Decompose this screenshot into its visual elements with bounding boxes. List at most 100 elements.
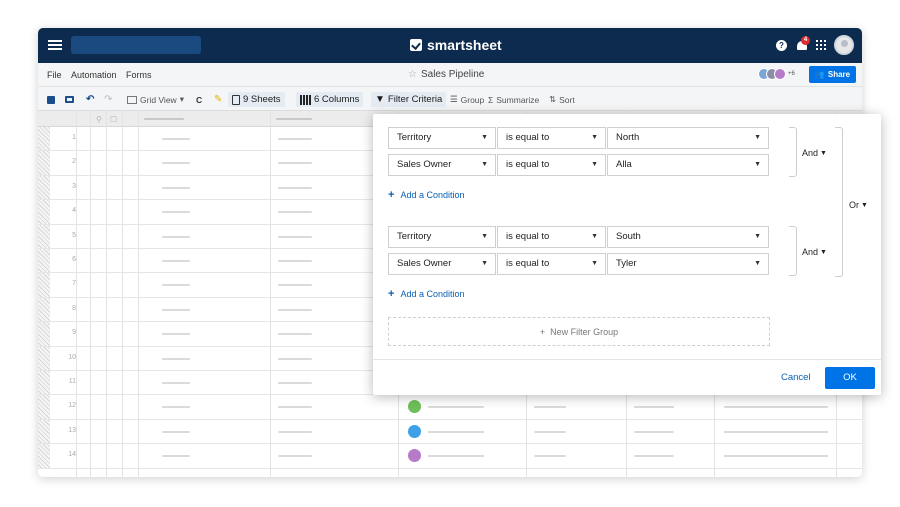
summarize-button[interactable]: Σ Summarize (488, 92, 539, 107)
operator-dropdown[interactable]: is equal to ▼ (497, 127, 606, 149)
field-dropdown[interactable]: Sales Owner ▼ (388, 154, 496, 176)
field-dropdown[interactable]: Territory ▼ (388, 226, 496, 248)
operator-dropdown[interactable]: is equal to ▼ (497, 253, 606, 275)
plus-icon: + (388, 288, 395, 300)
value-dropdown-value: Tyler (616, 258, 637, 269)
field-dropdown[interactable]: Territory ▼ (388, 127, 496, 149)
caret-down-icon: ▼ (820, 149, 827, 157)
row-drag-handle[interactable] (38, 273, 50, 297)
hamburger-menu-icon[interactable] (48, 38, 62, 52)
caret-down-icon: ▼ (481, 134, 488, 141)
value-dropdown[interactable]: North ▼ (607, 127, 769, 149)
row-drag-handle[interactable] (38, 151, 50, 175)
undo-button[interactable]: ↶ (86, 92, 94, 107)
top-navigation-bar: smartsheet ? 4 (38, 28, 862, 63)
row-drag-handle[interactable] (38, 224, 50, 248)
dialog-divider (373, 359, 881, 360)
sigma-icon: Σ (488, 94, 494, 105)
print-button[interactable] (65, 92, 74, 107)
or-label: Or (849, 200, 859, 210)
chevron-down-icon: ▾ (179, 94, 184, 104)
share-label: Share (827, 70, 851, 79)
row-drag-handle[interactable] (38, 249, 50, 273)
caret-down-icon: ▼ (591, 233, 598, 240)
caret-down-icon: ▼ (481, 161, 488, 168)
value-dropdown[interactable]: Alla ▼ (607, 154, 769, 176)
row-drag-handle[interactable] (38, 444, 50, 468)
filter-criteria-button[interactable]: ▼ Filter Criteria (371, 92, 447, 107)
menu-bar: File Automation Forms ☆ Sales Pipeline +… (38, 63, 862, 87)
operator-dropdown[interactable]: is equal to ▼ (497, 226, 606, 248)
save-button[interactable] (47, 92, 55, 107)
and-dropdown[interactable]: And ▼ (802, 148, 827, 158)
row-number: 11 (68, 378, 76, 385)
row-drag-handle[interactable] (38, 395, 50, 419)
operator-dropdown-value: is equal to (506, 159, 550, 170)
columns-icon (300, 94, 311, 105)
row-drag-handle[interactable] (38, 322, 50, 346)
grid-view-label: Grid View (140, 94, 177, 105)
new-group-label: New Filter Group (550, 326, 619, 337)
value-dropdown[interactable]: Tyler ▼ (607, 253, 769, 275)
table-row[interactable]: 13 (38, 419, 862, 445)
row-drag-handle[interactable] (38, 371, 50, 395)
and-bracket (789, 226, 797, 276)
user-avatar[interactable] (834, 35, 854, 55)
redo-button[interactable]: ↷ (104, 92, 112, 107)
sheets-label: 9 Sheets (243, 94, 281, 105)
highlight-button[interactable]: ✎ (214, 92, 222, 107)
caret-down-icon: ▼ (861, 201, 868, 209)
row-drag-handle[interactable] (38, 127, 50, 151)
share-button[interactable]: 👥 Share (809, 66, 856, 83)
add-condition-button[interactable]: + Add a Condition (388, 189, 464, 201)
operator-dropdown[interactable]: is equal to ▼ (497, 154, 606, 176)
collaborators-more: +6 (788, 71, 795, 77)
table-row[interactable]: 14 (38, 444, 862, 469)
star-icon[interactable]: ☆ (408, 69, 417, 80)
save-icon (47, 95, 55, 104)
caret-down-icon: ▼ (481, 260, 488, 267)
group-button[interactable]: ☰ Group (450, 92, 484, 107)
grid-view-dropdown[interactable]: Grid View ▾ (127, 92, 184, 107)
group-label: Group (460, 94, 485, 105)
add-condition-button[interactable]: + Add a Condition (388, 288, 464, 300)
menu-automation[interactable]: Automation (71, 70, 117, 80)
menu-file[interactable]: File (47, 70, 62, 80)
apps-grid-icon[interactable] (816, 40, 826, 50)
and-dropdown[interactable]: And ▼ (802, 247, 827, 257)
new-filter-group-button[interactable]: + New Filter Group (388, 317, 770, 346)
value-dropdown[interactable]: South ▼ (607, 226, 769, 248)
field-dropdown-value: Territory (397, 231, 432, 242)
row-number: 12 (68, 402, 76, 410)
help-icon[interactable]: ? (776, 40, 787, 51)
field-dropdown-value: Territory (397, 132, 432, 143)
row-drag-handle[interactable] (38, 419, 50, 444)
owner-avatar (408, 449, 421, 463)
notifications-icon[interactable]: 4 (796, 36, 810, 52)
columns-button[interactable]: 6 Columns (296, 92, 364, 107)
row-number: 1 (72, 134, 76, 141)
smartsheet-logo-icon (410, 39, 422, 51)
row-drag-handle[interactable] (38, 200, 50, 224)
search-input[interactable] (71, 36, 201, 54)
caret-down-icon: ▼ (481, 233, 488, 240)
cancel-button[interactable]: Cancel (781, 372, 811, 383)
ok-button[interactable]: OK (825, 367, 875, 389)
sheet-icon (232, 94, 240, 105)
value-dropdown-value: Alla (616, 159, 632, 170)
row-number: 6 (72, 256, 76, 263)
filter-label: Filter Criteria (387, 94, 443, 105)
sheets-button[interactable]: 9 Sheets (228, 92, 285, 107)
row-drag-handle[interactable] (38, 346, 50, 370)
table-row[interactable]: 12 (38, 395, 862, 420)
summarize-label: Summarize (496, 94, 540, 105)
field-dropdown[interactable]: Sales Owner ▼ (388, 253, 496, 275)
caret-down-icon: ▼ (591, 161, 598, 168)
menu-forms[interactable]: Forms (126, 70, 152, 80)
row-drag-handle[interactable] (38, 175, 50, 200)
sort-button[interactable]: ⇅ Sort (549, 92, 575, 107)
group-or-dropdown[interactable]: Or ▼ (849, 200, 868, 210)
collaborator-avatars[interactable]: +6 (758, 68, 795, 80)
row-drag-handle[interactable] (38, 297, 50, 322)
refresh-button[interactable]: C (196, 92, 202, 107)
